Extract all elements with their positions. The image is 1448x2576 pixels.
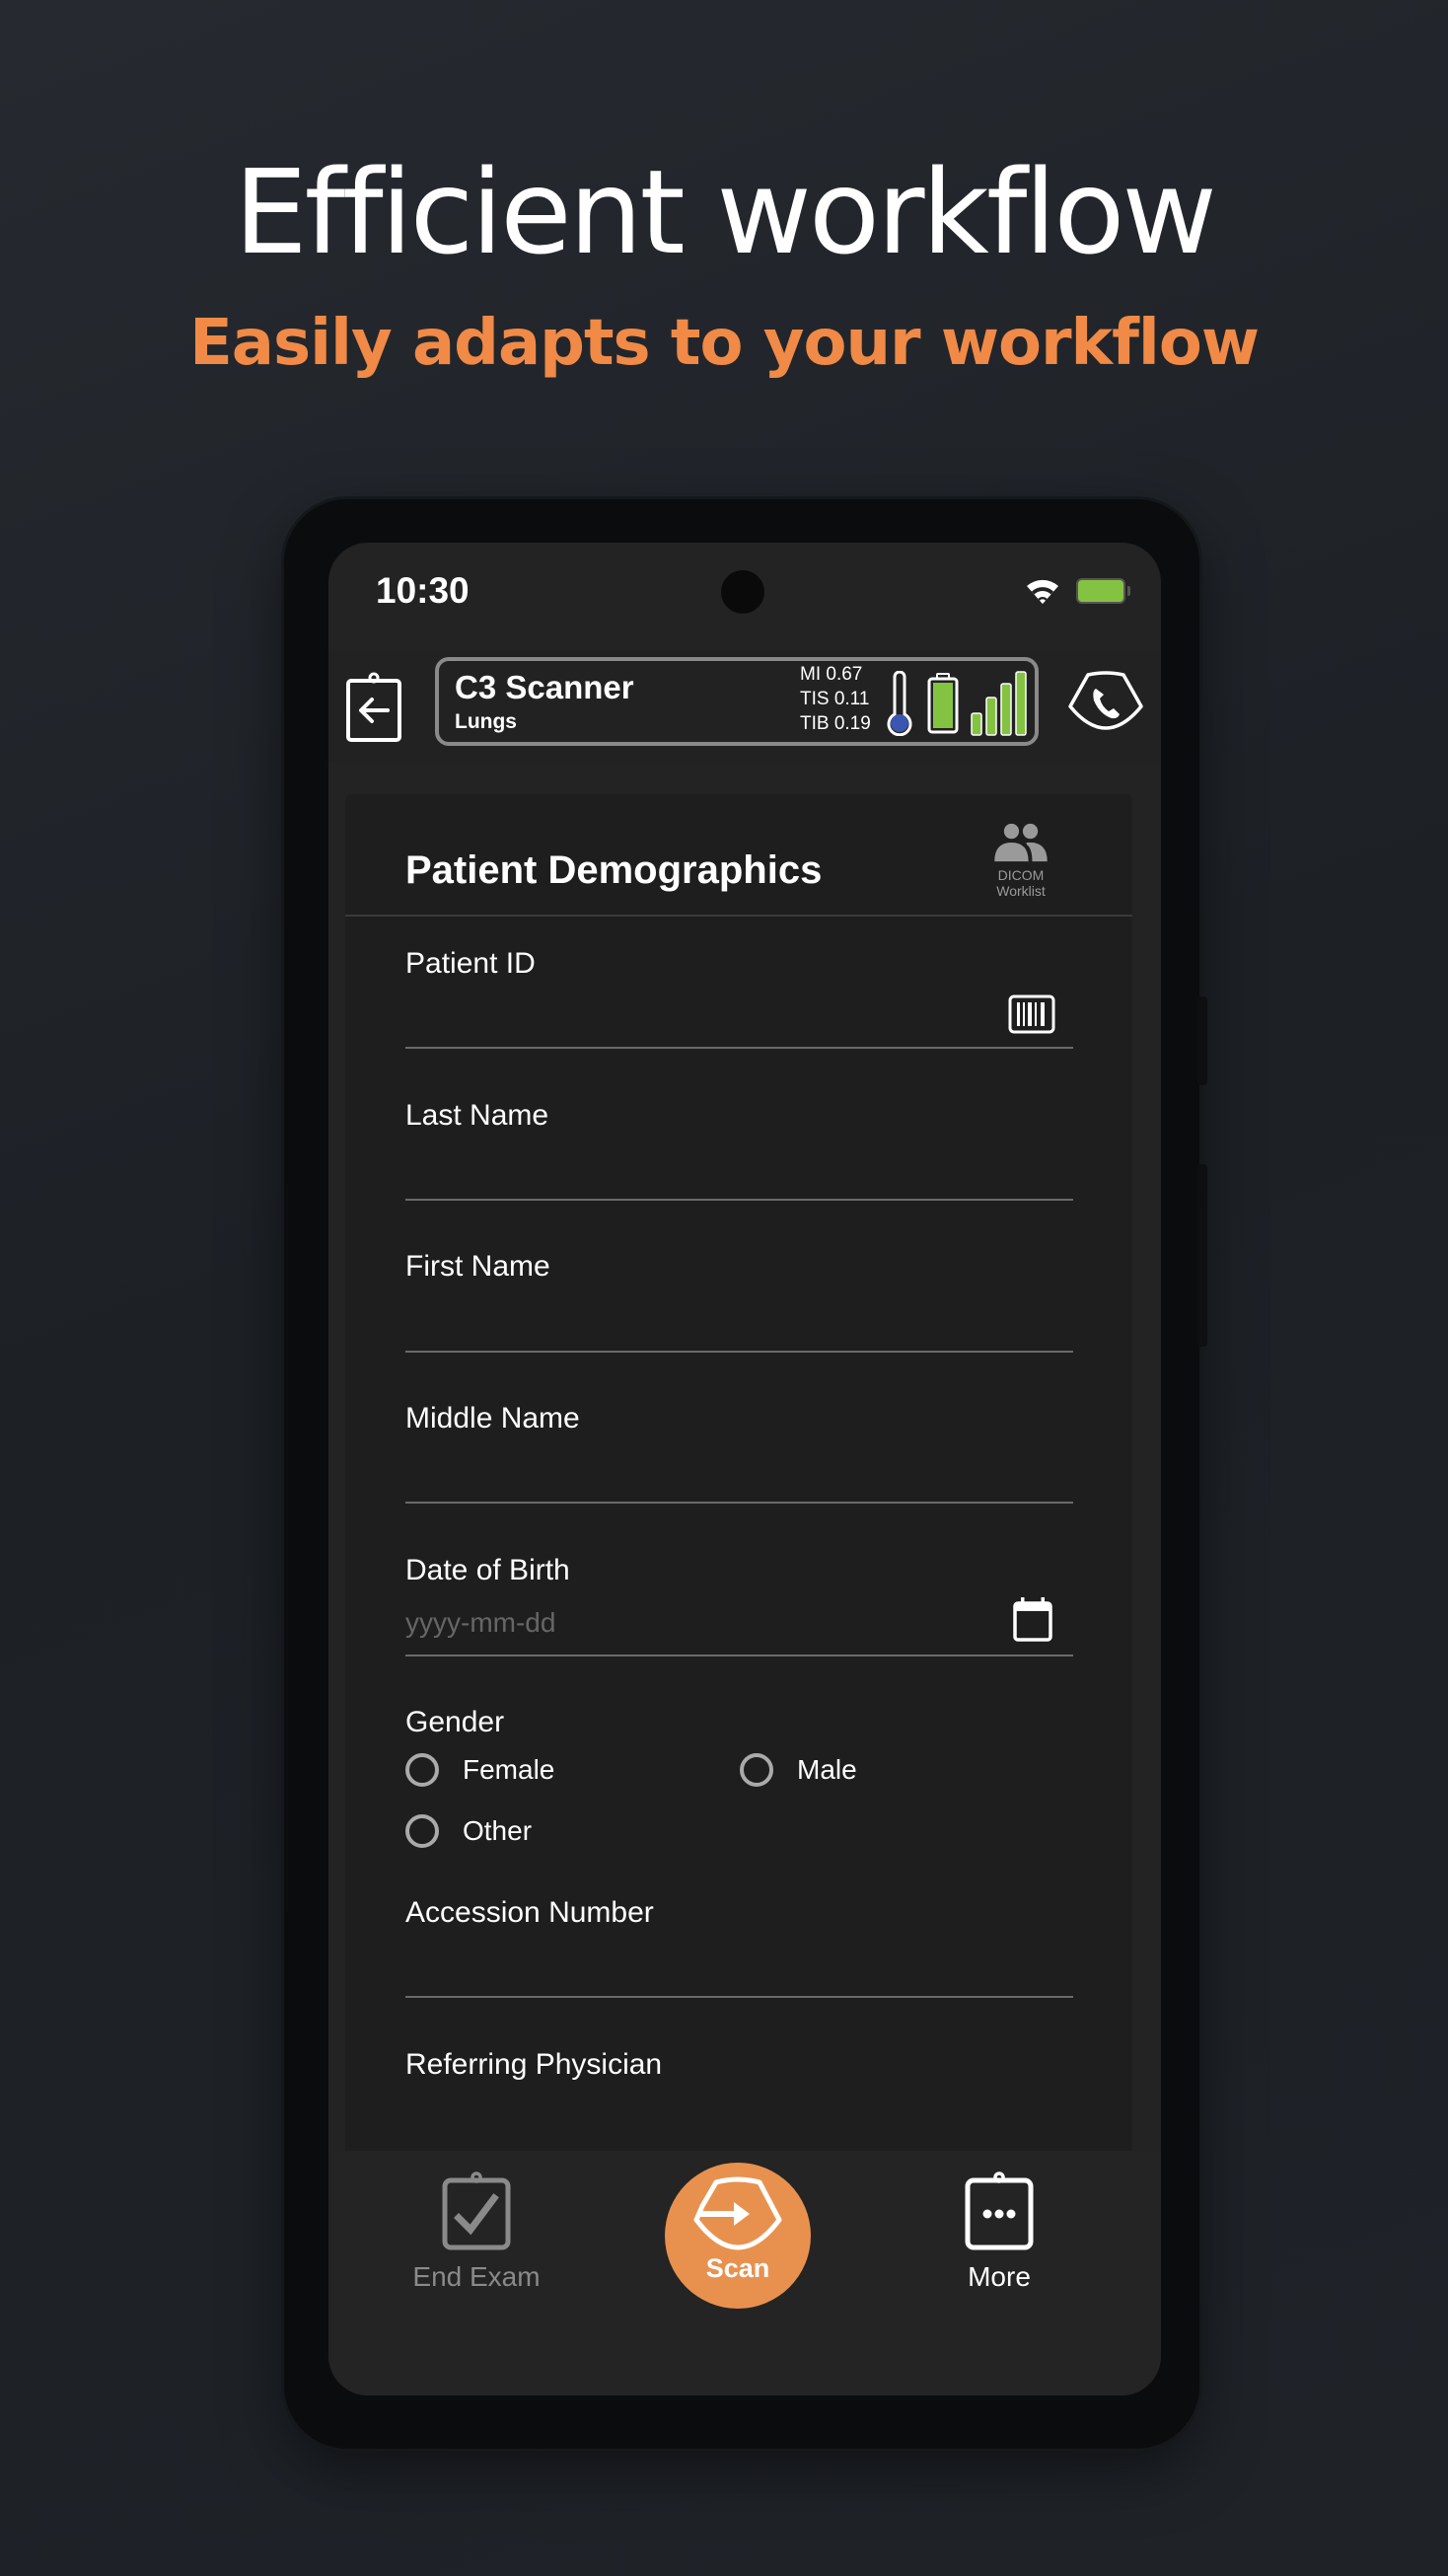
- end-exam-button[interactable]: End Exam: [378, 2169, 575, 2307]
- thermometer-icon: [887, 671, 912, 736]
- last-name-input[interactable]: [405, 1141, 997, 1185]
- scan-label: Scan: [705, 2253, 770, 2283]
- dicom-label-line2: Worklist: [996, 883, 1046, 899]
- dicom-worklist-button[interactable]: DICOM Worklist: [977, 822, 1065, 920]
- calendar-icon[interactable]: [1012, 1595, 1053, 1643]
- accession-input[interactable]: [405, 1941, 997, 1984]
- gender-option-female[interactable]: Female: [405, 1753, 554, 1787]
- front-camera: [721, 570, 764, 614]
- metric-tis: TIS 0.11: [800, 689, 870, 709]
- page-title: Patient Demographics: [405, 848, 823, 892]
- accession-underline: [405, 1996, 1073, 1998]
- metric-mi: MI 0.67: [800, 664, 863, 685]
- dob-underline: [405, 1655, 1073, 1656]
- exam-preset: Lungs: [455, 710, 517, 733]
- gender-label: Gender: [405, 1706, 505, 1738]
- referring-physician-label: Referring Physician: [405, 2048, 663, 2081]
- phone-power-button: [1197, 1164, 1207, 1347]
- middle-name-label: Middle Name: [405, 1402, 580, 1435]
- status-time: 10:30: [376, 570, 470, 611]
- radio-label-male: Male: [797, 1754, 857, 1785]
- dicom-label-line1: DICOM: [997, 867, 1045, 883]
- first-name-input[interactable]: [405, 1293, 997, 1337]
- end-exam-label: End Exam: [412, 2261, 541, 2292]
- card-header-divider: [345, 915, 1132, 917]
- phone-volume-button: [1197, 996, 1207, 1085]
- referring-physician-input[interactable]: [405, 2093, 997, 2136]
- probe-battery-fill: [933, 683, 953, 728]
- barcode-icon[interactable]: [1008, 994, 1055, 1034]
- last-name-label: Last Name: [405, 1099, 549, 1132]
- patient-id-label: Patient ID: [405, 947, 536, 980]
- radio-label-other: Other: [463, 1815, 533, 1846]
- scanner-header: C3 Scanner Lungs MI 0.67 TIS 0.11 TIB 0.…: [328, 651, 1161, 762]
- radio-label-female: Female: [463, 1754, 555, 1785]
- patient-id-underline: [405, 1047, 1073, 1049]
- first-name-label: First Name: [405, 1250, 550, 1283]
- scanner-name: C3 Scanner: [455, 669, 634, 705]
- bottom-nav: End Exam Scan More: [328, 2151, 1161, 2395]
- middle-name-input[interactable]: [405, 1445, 997, 1489]
- device-battery-icon: [1076, 578, 1125, 604]
- device-battery-tip: [1127, 586, 1130, 596]
- ultrasound-call-icon[interactable]: [1066, 667, 1145, 736]
- signal-bar: [1015, 671, 1027, 736]
- wifi-icon: [1027, 579, 1058, 604]
- accession-label: Accession Number: [405, 1896, 654, 1929]
- phone-screen: 10:30 C3 Scanner Lungs MI 0.67 TIS 0.11 …: [328, 543, 1161, 2395]
- probe-battery-icon: [927, 673, 959, 734]
- patient-id-input[interactable]: [405, 990, 997, 1033]
- radio-male[interactable]: [740, 1753, 773, 1787]
- clipboard-check-icon: [442, 2171, 511, 2250]
- metric-tib: TIB 0.19: [800, 713, 871, 734]
- dob-label: Date of Birth: [405, 1554, 570, 1586]
- signal-bar: [985, 697, 997, 736]
- promo-subheadline: Easily adapts to your workflow: [189, 307, 1260, 380]
- radio-female[interactable]: [405, 1753, 439, 1787]
- first-name-underline: [405, 1351, 1073, 1353]
- dob-input[interactable]: [405, 1601, 997, 1645]
- last-name-underline: [405, 1199, 1073, 1201]
- scanner-info-box[interactable]: C3 Scanner Lungs MI 0.67 TIS 0.11 TIB 0.…: [435, 657, 1039, 746]
- middle-name-underline: [405, 1502, 1073, 1504]
- radio-other[interactable]: [405, 1814, 439, 1848]
- clipboard-back-icon[interactable]: [344, 669, 403, 744]
- signal-bar: [971, 712, 982, 736]
- people-icon: [994, 823, 1048, 862]
- more-label: More: [968, 2261, 1031, 2292]
- signal-strength-icon: [971, 671, 1027, 736]
- scan-button[interactable]: Scan: [665, 2163, 811, 2309]
- gender-option-male[interactable]: Male: [740, 1753, 857, 1787]
- ultrasound-scan-icon: [693, 2176, 782, 2250]
- signal-bar: [1000, 683, 1012, 736]
- more-button[interactable]: More: [901, 2169, 1098, 2307]
- promo-headline: Efficient workflow: [234, 144, 1217, 280]
- clipboard-more-icon: [965, 2171, 1034, 2250]
- patient-demographics-card: Patient Demographics DICOM Worklist Pati…: [345, 794, 1132, 2225]
- gender-option-other[interactable]: Other: [405, 1814, 532, 1848]
